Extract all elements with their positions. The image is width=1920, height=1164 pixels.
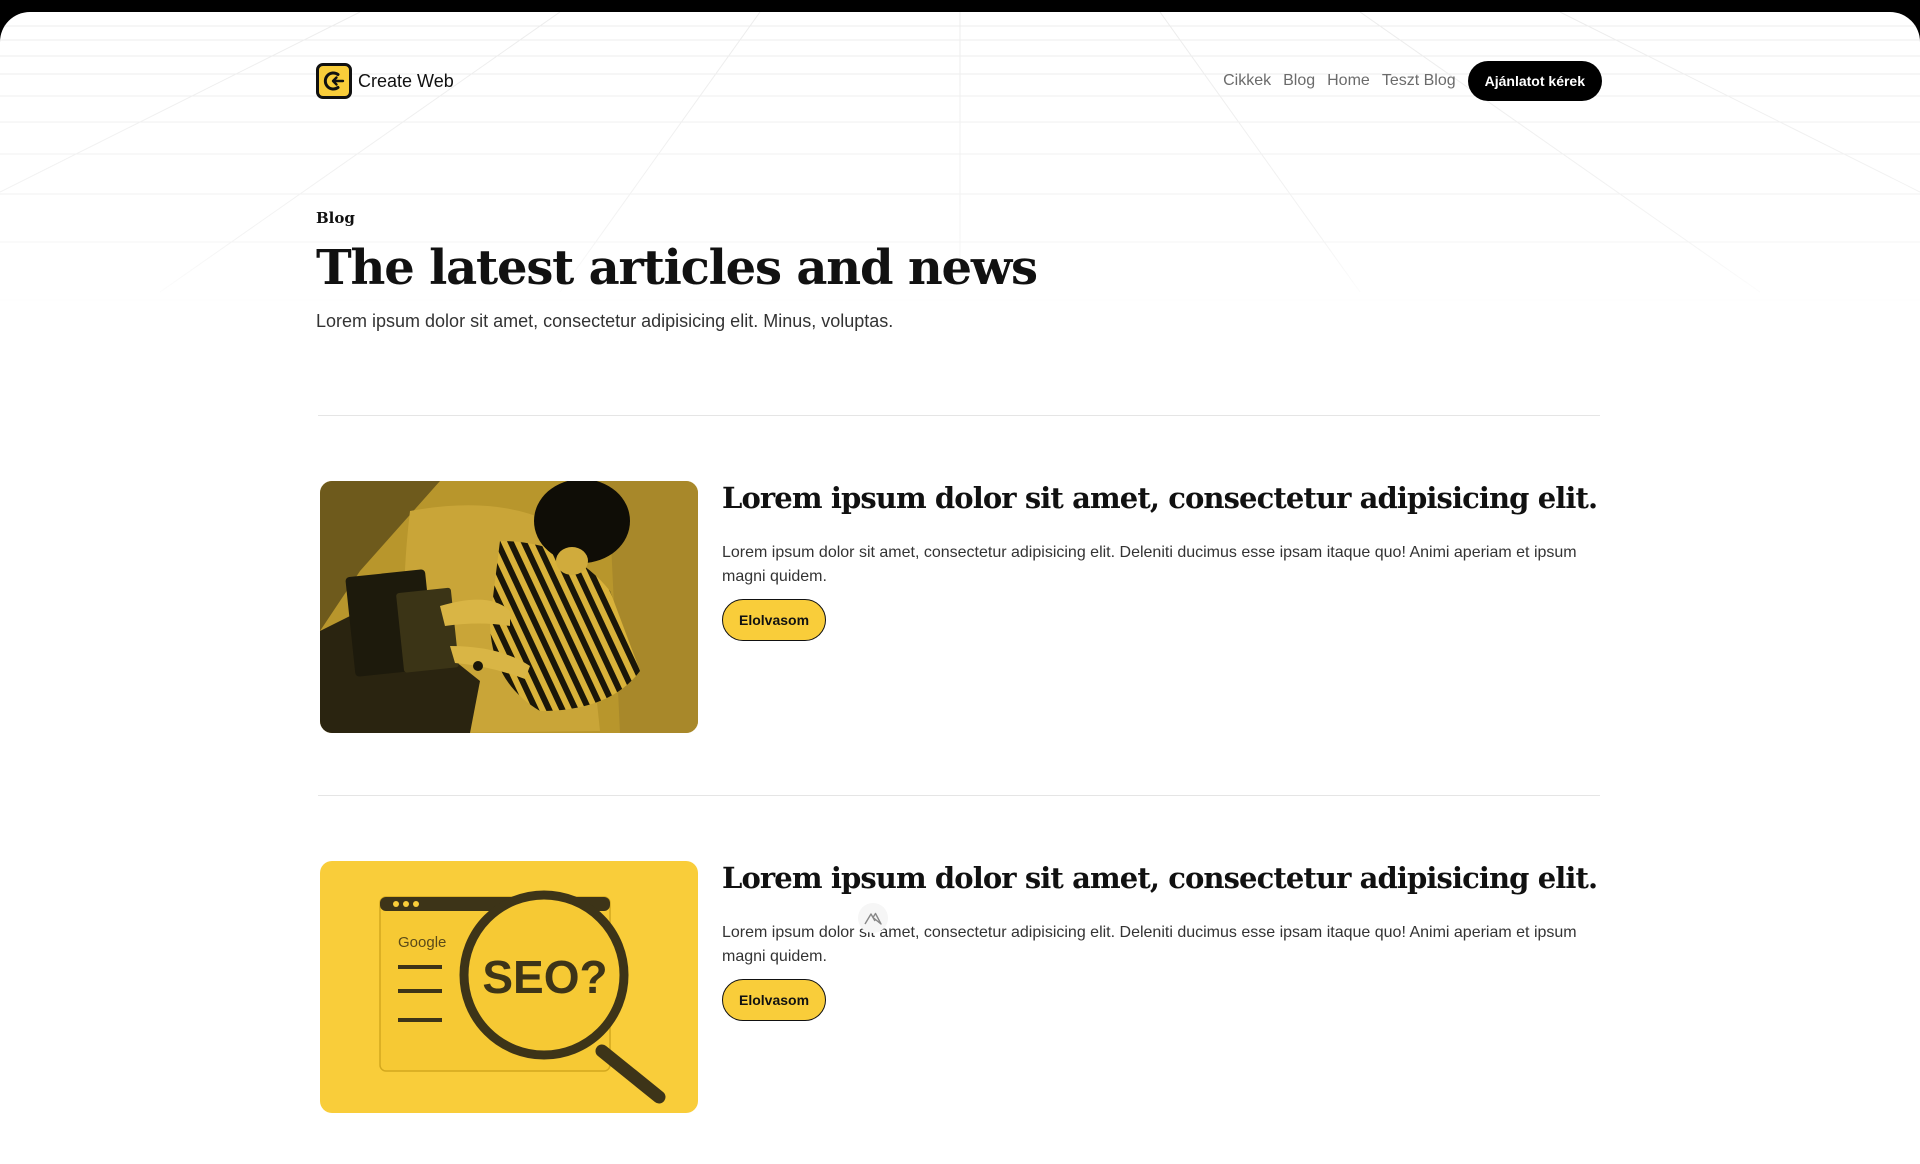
divider [318,415,1600,416]
nav-link-teszt-blog[interactable]: Teszt Blog [1382,72,1456,90]
person-with-laptop-photo[interactable] [320,481,698,733]
site-header: Create Web Cikkek Blog Home Teszt Blog A… [316,60,1602,102]
request-quote-button[interactable]: Ajánlatot kérek [1467,61,1602,101]
read-more-button[interactable]: Elolvasom [722,979,827,1021]
page-title: The latest articles and news [316,240,1038,296]
brand[interactable]: Create Web [316,63,454,99]
article-title[interactable]: Lorem ipsum dolor sit amet, consectetur … [722,861,1602,895]
nav-link-home[interactable]: Home [1327,72,1370,90]
brand-name: Create Web [358,70,454,91]
nuxt-devtools-icon[interactable] [858,903,888,933]
page-subtitle: Lorem ipsum dolor sit amet, consectetur … [316,311,894,331]
article-body: Lorem ipsum dolor sit amet, consectetur … [722,481,1602,641]
article-excerpt: Lorem ipsum dolor sit amet, consectetur … [722,924,1577,965]
article-excerpt: Lorem ipsum dolor sit amet, consectetur … [722,544,1577,585]
browser-google-label: Google [398,934,446,951]
page-frame: Create Web Cikkek Blog Home Teszt Blog A… [0,12,1920,1164]
nav-link-blog[interactable]: Blog [1283,72,1315,90]
lens-seo-text: SEO? [482,951,607,1003]
article-card: Lorem ipsum dolor sit amet, consectetur … [320,481,1602,733]
nav-link-cikkek[interactable]: Cikkek [1223,72,1271,90]
article-body: Lorem ipsum dolor sit amet, consectetur … [722,861,1602,1021]
article-title[interactable]: Lorem ipsum dolor sit amet, consectetur … [722,481,1602,515]
main-nav: Cikkek Blog Home Teszt Blog Ajánlatot ké… [1223,61,1602,101]
page-eyebrow: Blog [316,209,355,227]
article-card: Google SEO? Lorem ipsum dolor sit amet, … [320,861,1602,1113]
seo-magnifier-illustration[interactable]: Google SEO? [320,861,698,1113]
divider [318,795,1600,796]
read-more-button[interactable]: Elolvasom [722,599,827,641]
create-web-logo-icon [316,63,352,99]
